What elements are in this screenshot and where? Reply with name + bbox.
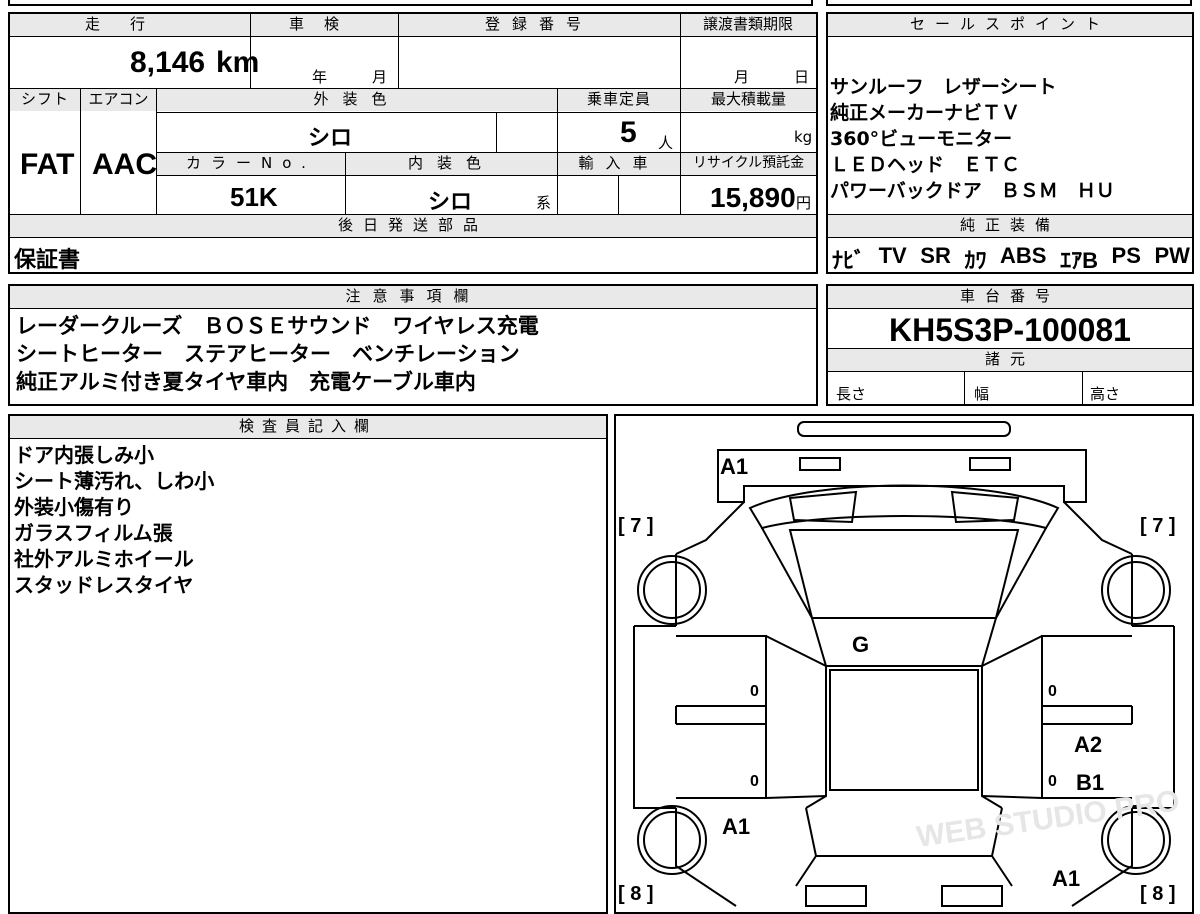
sales-points-header: セールスポイント bbox=[828, 14, 1192, 36]
later-parts-value: 保証書 bbox=[14, 248, 81, 273]
import-header: 輸入車 bbox=[558, 153, 680, 175]
inspector-remark-item: 社外アルミホイール bbox=[14, 547, 194, 571]
car-diagram-box: WEB STUDIO PRO [ 7 ] [ 7 ] [ 8 ] [ 8 ] A… bbox=[614, 414, 1194, 914]
mark-front-bumper: A1 bbox=[720, 454, 748, 479]
aircon-value: AAC bbox=[92, 148, 157, 181]
chassis-box: 車台番号 KH5S3P-100081 諸元 長さ 幅 高さ bbox=[826, 284, 1194, 406]
deadline-day-label: 日 bbox=[794, 68, 810, 86]
shift-header: シフト bbox=[10, 89, 80, 111]
mileage-unit: km bbox=[216, 46, 260, 79]
mark-door-l1: 0 bbox=[750, 683, 759, 700]
watermark: WEB STUDIO PRO bbox=[915, 784, 1182, 854]
sales-points-list: サンルーフ レザーシート 純正メーカーナビＴＶ 360°ビューモニター ＬＥＤヘッド … bbox=[830, 74, 1190, 204]
mark-left-rear-fender: A1 bbox=[722, 814, 750, 839]
equipment-item: PW bbox=[1154, 243, 1190, 268]
equipment-item: ABS bbox=[1000, 243, 1047, 268]
tire-fr-label: [ 7 ] bbox=[1140, 515, 1176, 537]
vehicle-info-table: 走行 車検 登録番号 譲渡書類期限 8,146 km 年 月 月 日 シフト エ… bbox=[8, 12, 818, 274]
max-load-header: 最大積載量 bbox=[681, 89, 816, 111]
mark-right-rear-door: B1 bbox=[1076, 770, 1104, 795]
mark-door-l2: 0 bbox=[750, 773, 759, 790]
exterior-color-header: 外装色 bbox=[157, 89, 557, 111]
mileage-header: 走行 bbox=[10, 14, 250, 36]
max-load-unit: kg bbox=[794, 128, 813, 146]
inspection-month-label: 月 bbox=[372, 68, 388, 86]
interior-color-header: 内装色 bbox=[346, 153, 557, 175]
recycle-value: 15,890 bbox=[710, 182, 796, 213]
mark-right-rear-fender: A1 bbox=[1052, 866, 1080, 891]
notes-header: 注意事項欄 bbox=[10, 286, 816, 308]
equipment-item: ｶﾜ bbox=[964, 248, 987, 273]
car-diagram: WEB STUDIO PRO [ 7 ] [ 7 ] [ 8 ] [ 8 ] A… bbox=[618, 421, 1182, 907]
inspector-remark-item: ドア内張しみ小 bbox=[14, 443, 154, 467]
mark-right-front-door: A2 bbox=[1074, 732, 1102, 757]
mark-door-r1: 0 bbox=[1048, 683, 1057, 700]
inspector-remark-item: スタッドレスタイヤ bbox=[14, 573, 194, 597]
genuine-equipment-header: 純正装備 bbox=[828, 215, 1192, 237]
capacity-value: 5 bbox=[620, 116, 637, 149]
inspector-list: ドア内張しみ小 シート薄汚れ、しわ小 外装小傷有り ガラスフィルム張 社外アルミホイール… bbox=[14, 442, 602, 598]
mileage-value: 8,146 bbox=[130, 46, 206, 79]
shift-value: FAT bbox=[20, 148, 75, 181]
inspector-remark-item: 外装小傷有り bbox=[14, 495, 134, 519]
inspector-header: 検査員記入欄 bbox=[10, 416, 606, 438]
specs-header: 諸元 bbox=[828, 349, 1192, 371]
notes-list: レーダークルーズ ＢＯＳＥサウンド ワイヤレス充電 シートヒーター ステアヒーター… bbox=[16, 312, 812, 396]
equipment-item: ﾅﾋﾞ bbox=[832, 248, 866, 273]
spec-width-label: 幅 bbox=[974, 385, 990, 403]
top-strip bbox=[8, 0, 813, 6]
inspection-year-label: 年 bbox=[312, 68, 328, 86]
recycle-unit: 円 bbox=[796, 194, 812, 212]
equipment-item: TV bbox=[878, 243, 907, 268]
tire-fl-label: [ 7 ] bbox=[618, 515, 654, 537]
equipment-item: SR bbox=[920, 243, 951, 268]
note-item: レーダークルーズ ＢＯＳＥサウンド ワイヤレス充電 bbox=[16, 314, 539, 338]
aircon-header: エアコン bbox=[81, 89, 156, 111]
spec-height-label: 高さ bbox=[1090, 385, 1121, 403]
genuine-equipment-list: ﾅﾋﾞ TV SR ｶﾜ ABS ｴｱB PS PW bbox=[832, 243, 1190, 275]
chassis-header: 車台番号 bbox=[828, 286, 1192, 308]
inspector-remark-item: シート薄汚れ、しわ小 bbox=[14, 469, 215, 493]
sales-points-box: セールスポイント サンルーフ レザーシート 純正メーカーナビＴＶ 360°ビューモニ… bbox=[826, 12, 1194, 274]
tire-rr-label: [ 8 ] bbox=[1140, 883, 1176, 905]
mark-windshield: G bbox=[852, 632, 869, 657]
note-item: 純正アルミ付き夏タイヤ車内 充電ケーブル車内 bbox=[16, 370, 476, 394]
interior-color-suffix: 系 bbox=[536, 194, 552, 212]
registration-header: 登録番号 bbox=[398, 14, 680, 36]
notes-box: 注意事項欄 レーダークルーズ ＢＯＳＥサウンド ワイヤレス充電 シートヒーター ス… bbox=[8, 284, 818, 406]
inspection-header: 車検 bbox=[250, 14, 398, 36]
interior-color-value: シロ bbox=[428, 190, 473, 215]
chassis-number: KH5S3P-100081 bbox=[889, 312, 1131, 348]
inspector-remark-item: ガラスフィルム張 bbox=[14, 521, 173, 545]
sales-point-item: 360°ビューモニター bbox=[830, 128, 1013, 150]
exterior-color-value: シロ bbox=[308, 126, 353, 151]
top-strip-right bbox=[826, 0, 1192, 6]
deadline-month-label: 月 bbox=[734, 68, 750, 86]
equipment-item: ｴｱB bbox=[1060, 248, 1098, 273]
mark-door-r2: 0 bbox=[1048, 773, 1057, 790]
color-no-value: 51K bbox=[230, 182, 278, 212]
color-no-header: カラーNo. bbox=[157, 153, 345, 175]
transfer-deadline-header: 譲渡書類期限 bbox=[680, 14, 816, 36]
sales-point-item: ＬＥＤヘッド ＥＴＣ bbox=[830, 154, 1021, 176]
later-parts-header: 後日発送部品 bbox=[10, 215, 816, 237]
capacity-unit: 人 bbox=[658, 134, 674, 152]
equipment-item: PS bbox=[1111, 243, 1141, 268]
inspector-box: 検査員記入欄 ドア内張しみ小 シート薄汚れ、しわ小 外装小傷有り ガラスフィルム張 社外… bbox=[8, 414, 608, 914]
tire-rl-label: [ 8 ] bbox=[618, 883, 654, 905]
sales-point-item: サンルーフ レザーシート bbox=[830, 76, 1057, 98]
spec-length-label: 長さ bbox=[836, 385, 867, 403]
capacity-header: 乗車定員 bbox=[558, 89, 680, 111]
sales-point-item: パワーバックドア ＢＳＭ ＨＵ bbox=[830, 180, 1115, 202]
note-item: シートヒーター ステアヒーター ベンチレーション bbox=[16, 342, 520, 366]
sales-point-item: 純正メーカーナビＴＶ bbox=[830, 102, 1021, 124]
recycle-header: リサイクル預託金 bbox=[681, 153, 816, 175]
